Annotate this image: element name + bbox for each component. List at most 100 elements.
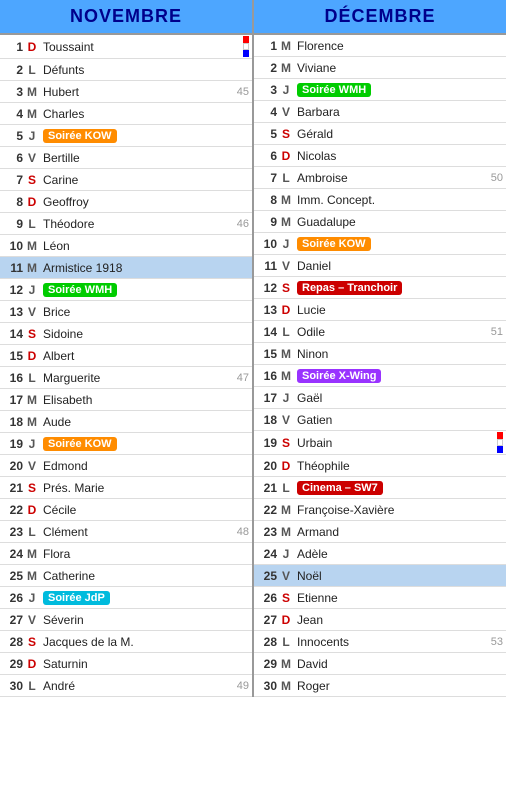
day-name: Gérald (295, 127, 503, 141)
day-name: Etienne (295, 591, 503, 605)
day-name: Soirée WMH (295, 82, 503, 97)
day-letter: V (23, 613, 41, 627)
day-number: 17 (3, 393, 23, 407)
day-row: 21SPrés. Marie (0, 477, 252, 499)
day-letter: M (23, 85, 41, 99)
day-row: 27VSéverin (0, 609, 252, 631)
day-letter: D (23, 349, 41, 363)
day-letter: V (277, 105, 295, 119)
day-letter: L (23, 371, 41, 385)
event-badge: Cinema – SW7 (297, 481, 383, 495)
day-letter: D (23, 657, 41, 671)
day-number: 4 (257, 105, 277, 119)
day-number: 26 (257, 591, 277, 605)
event-badge: Soirée WMH (43, 283, 117, 297)
day-number: 26 (3, 591, 23, 605)
day-name: Soirée X-Wing (295, 368, 503, 383)
day-name: Armand (295, 525, 503, 539)
day-number: 23 (257, 525, 277, 539)
day-number: 30 (3, 679, 23, 693)
day-letter: D (277, 613, 295, 627)
day-number: 14 (3, 327, 23, 341)
day-letter: D (277, 459, 295, 473)
event-badge: Soirée JdP (43, 591, 110, 605)
week-number: 51 (491, 326, 503, 338)
day-letter: S (277, 436, 295, 450)
day-letter: M (277, 657, 295, 671)
day-name: Cinema – SW7 (295, 480, 503, 495)
day-name: Guadalupe (295, 215, 503, 229)
day-number: 8 (3, 195, 23, 209)
day-number: 16 (257, 369, 277, 383)
week-number: 45 (237, 86, 249, 98)
day-row: 26SEtienne (254, 587, 506, 609)
day-letter: M (23, 569, 41, 583)
day-number: 22 (3, 503, 23, 517)
day-row: 23MArmand (254, 521, 506, 543)
day-letter: V (23, 459, 41, 473)
day-name: André (41, 679, 234, 693)
day-row: 8DGeoffroy (0, 191, 252, 213)
day-row: 9MGuadalupe (254, 211, 506, 233)
day-letter: D (23, 195, 41, 209)
week-number: 49 (237, 680, 249, 692)
day-name: Aude (41, 415, 249, 429)
day-row: 8MImm. Concept. (254, 189, 506, 211)
day-name: Charles (41, 107, 249, 121)
decembre-header: DÉCEMBRE (254, 0, 506, 35)
day-row: 1DToussaint (0, 35, 252, 59)
day-row: 7SCarine (0, 169, 252, 191)
day-row: 23LClément48 (0, 521, 252, 543)
day-number: 5 (257, 127, 277, 141)
day-number: 20 (3, 459, 23, 473)
day-row: 30MRoger (254, 675, 506, 697)
day-name: Soirée KOW (295, 236, 503, 251)
day-row: 19SUrbain (254, 431, 506, 455)
day-name: Jean (295, 613, 503, 627)
day-number: 7 (257, 171, 277, 185)
day-row: 6VBertille (0, 147, 252, 169)
day-letter: D (277, 149, 295, 163)
day-number: 20 (257, 459, 277, 473)
day-row: 20VEdmond (0, 455, 252, 477)
day-name: Défunts (41, 63, 249, 77)
day-name: Bertille (41, 151, 249, 165)
day-letter: S (23, 173, 41, 187)
day-row: 16MSoirée X-Wing (254, 365, 506, 387)
day-name: Hubert (41, 85, 234, 99)
day-row: 27DJean (254, 609, 506, 631)
day-number: 24 (257, 547, 277, 561)
day-name: Théodore (41, 217, 234, 231)
day-name: Soirée WMH (41, 282, 249, 297)
day-name: Urbain (295, 436, 497, 450)
day-row: 10JSoirée KOW (254, 233, 506, 255)
week-number: 53 (491, 636, 503, 648)
day-name: Gatien (295, 413, 503, 427)
day-name: Ambroise (295, 171, 488, 185)
flag-decoration (497, 432, 503, 453)
event-badge: Soirée KOW (43, 129, 117, 143)
day-number: 21 (257, 481, 277, 495)
day-number: 12 (257, 281, 277, 295)
day-name: David (295, 657, 503, 671)
day-row: 5JSoirée KOW (0, 125, 252, 147)
day-number: 9 (3, 217, 23, 231)
day-name: Françoise-Xavière (295, 503, 503, 517)
day-row: 3MHubert45 (0, 81, 252, 103)
day-name: Léon (41, 239, 249, 253)
day-row: 25VNoël (254, 565, 506, 587)
day-number: 19 (257, 436, 277, 450)
day-letter: L (23, 525, 41, 539)
day-letter: M (23, 261, 41, 275)
day-name: Adèle (295, 547, 503, 561)
day-letter: J (277, 237, 295, 251)
day-number: 18 (257, 413, 277, 427)
day-number: 9 (257, 215, 277, 229)
day-row: 22MFrançoise-Xavière (254, 499, 506, 521)
day-name: Edmond (41, 459, 249, 473)
day-letter: L (23, 679, 41, 693)
day-letter: M (277, 193, 295, 207)
day-letter: L (277, 635, 295, 649)
day-name: Catherine (41, 569, 249, 583)
day-letter: M (277, 525, 295, 539)
